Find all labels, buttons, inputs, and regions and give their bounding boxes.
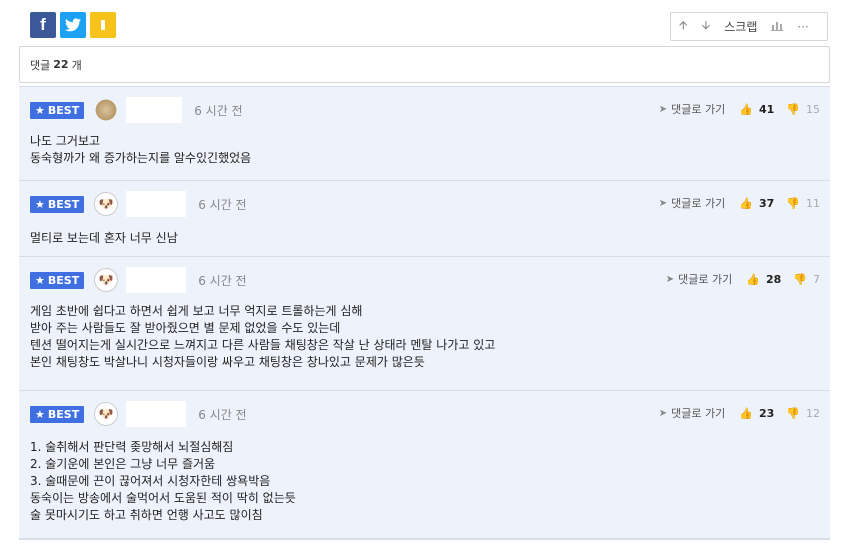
- author-name-redacted[interactable]: [126, 401, 187, 427]
- thumbs-up-icon[interactable]: 👍: [739, 103, 753, 116]
- thumbs-down-icon[interactable]: 👎: [793, 273, 807, 286]
- comment-count-bar: 댓글 22 개: [19, 46, 830, 83]
- author-name-redacted[interactable]: [126, 97, 183, 123]
- thumbs-up-icon[interactable]: 👍: [739, 407, 753, 420]
- comment-list: ★ BEST 6 시간 전 ➤ 댓글로 가기 👍 41 👎 15 나도 그거보고 …: [19, 86, 830, 540]
- facebook-share-button[interactable]: f: [30, 12, 56, 38]
- thumbs-down-icon[interactable]: 👎: [786, 407, 800, 420]
- comment-actions: ➤ 댓글로 가기 👍 37 👎 11: [659, 195, 820, 211]
- comment-time: 6 시간 전: [198, 197, 247, 212]
- post-toolbar: 🡩 🡫 스크랩 ···: [670, 12, 828, 41]
- thumbs-down-icon[interactable]: 👎: [786, 103, 800, 116]
- author-name-redacted[interactable]: [126, 191, 187, 217]
- author-name-redacted[interactable]: [126, 267, 187, 293]
- kakaostory-icon: [101, 20, 105, 30]
- twitter-icon: [65, 18, 81, 32]
- comment-header: ★ BEST 🐶 6 시간 전 ➤ 댓글로 가기 👍 28 👎 7: [30, 267, 820, 293]
- avatar[interactable]: 🐶: [94, 402, 119, 426]
- comment-item: ★ BEST 🐶 6 시간 전 ➤ 댓글로 가기 👍 37 👎 11 멀티로 보는…: [19, 180, 830, 256]
- reply-arrow-icon: ➤: [665, 273, 675, 285]
- comment-actions: ➤ 댓글로 가기 👍 23 👎 12: [659, 405, 820, 421]
- comment-item: ★ BEST 🐶 6 시간 전 ➤ 댓글로 가기 👍 28 👎 7 게임 초반에 …: [19, 256, 830, 390]
- twitter-share-button[interactable]: [60, 12, 86, 38]
- scrap-button[interactable]: 스크랩: [724, 18, 757, 35]
- share-bar: f: [30, 12, 116, 38]
- facebook-icon: f: [40, 15, 46, 34]
- comment-count-value: 22: [53, 58, 69, 71]
- like-count: 37: [758, 196, 775, 210]
- best-badge: ★ BEST: [30, 195, 85, 213]
- go-to-reply-link[interactable]: 댓글로 가기: [671, 195, 725, 211]
- more-button[interactable]: ···: [797, 20, 808, 34]
- like-count: 23: [758, 406, 775, 420]
- like-count: 41: [758, 102, 775, 116]
- comment-time: 6 시간 전: [198, 273, 247, 288]
- comment-body: 멀티로 보는데 혼자 너무 신남: [30, 231, 178, 245]
- best-badge: ★ BEST: [30, 101, 85, 119]
- comment-count-label: 댓글: [30, 58, 51, 72]
- star-icon: ★: [35, 197, 45, 211]
- star-icon: ★: [35, 407, 45, 421]
- reply-arrow-icon: ➤: [658, 197, 668, 209]
- dislike-count: 11: [806, 196, 820, 210]
- go-to-reply-link[interactable]: 댓글로 가기: [678, 271, 732, 287]
- reply-arrow-icon: ➤: [658, 103, 668, 115]
- go-to-reply-link[interactable]: 댓글로 가기: [671, 405, 725, 421]
- comment-header: ★ BEST 6 시간 전 ➤ 댓글로 가기 👍 41 👎 15: [30, 97, 820, 123]
- comment-actions: ➤ 댓글로 가기 👍 28 👎 7: [666, 271, 820, 287]
- comment-item: ★ BEST 🐶 6 시간 전 ➤ 댓글로 가기 👍 23 👎 12 1. 술취해…: [19, 390, 830, 540]
- comment-body: 1. 술취해서 판단력 좆망해서 뇌절심해짐 2. 술기운에 본인은 그냥 너무…: [30, 440, 296, 522]
- star-icon: ★: [35, 103, 45, 117]
- comment-item: ★ BEST 6 시간 전 ➤ 댓글로 가기 👍 41 👎 15 나도 그거보고 …: [19, 86, 830, 180]
- go-to-reply-link[interactable]: 댓글로 가기: [671, 101, 725, 117]
- avatar[interactable]: 🐶: [94, 268, 119, 292]
- thumbs-down-icon[interactable]: 👎: [786, 197, 800, 210]
- thumbs-up-icon[interactable]: 👍: [746, 273, 760, 286]
- comment-actions: ➤ 댓글로 가기 👍 41 👎 15: [659, 101, 820, 117]
- like-count: 28: [765, 272, 782, 286]
- comment-count-unit: 개: [71, 58, 82, 72]
- best-badge: ★ BEST: [30, 271, 85, 289]
- dislike-count: 15: [806, 102, 820, 116]
- arrow-down-icon[interactable]: 🡫: [702, 16, 711, 37]
- comment-body: 게임 초반에 쉽다고 하면서 쉽게 보고 너무 억지로 트롤하는게 심해 받아 …: [30, 304, 496, 369]
- comment-body: 나도 그거보고 동숙형까가 왜 증가하는지를 알수있긴했었음: [30, 134, 252, 165]
- kakaostory-share-button[interactable]: [90, 12, 116, 38]
- comment-time: 6 시간 전: [198, 407, 247, 422]
- star-icon: ★: [35, 273, 45, 287]
- comment-time: 6 시간 전: [194, 103, 243, 118]
- dislike-count: 7: [813, 272, 820, 286]
- arrow-up-icon[interactable]: 🡩: [679, 16, 688, 37]
- chart-icon[interactable]: [771, 20, 784, 34]
- best-badge: ★ BEST: [30, 405, 85, 423]
- thumbs-up-icon[interactable]: 👍: [739, 197, 753, 210]
- avatar[interactable]: 🐶: [94, 192, 119, 216]
- avatar[interactable]: [94, 98, 119, 122]
- comment-header: ★ BEST 🐶 6 시간 전 ➤ 댓글로 가기 👍 37 👎 11: [30, 191, 820, 217]
- dislike-count: 12: [806, 406, 820, 420]
- reply-arrow-icon: ➤: [658, 407, 668, 419]
- comment-header: ★ BEST 🐶 6 시간 전 ➤ 댓글로 가기 👍 23 👎 12: [30, 401, 820, 427]
